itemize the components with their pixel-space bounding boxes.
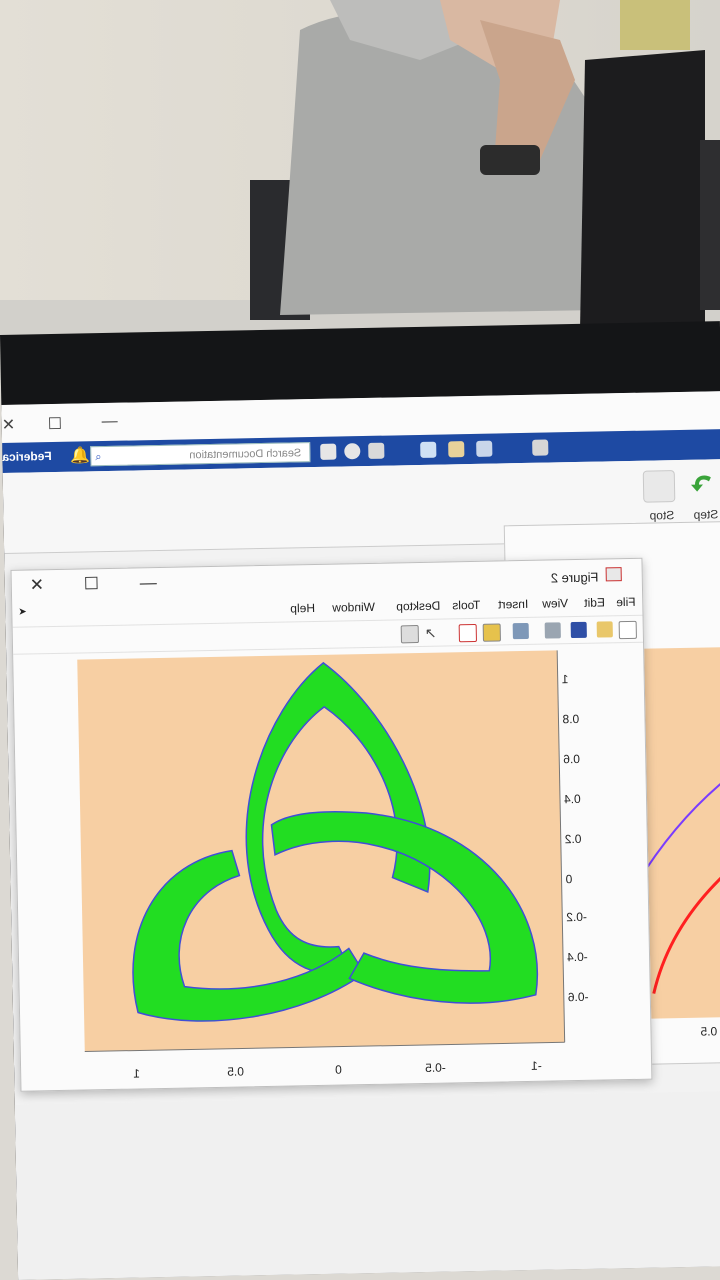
copy-icon[interactable] <box>476 440 493 457</box>
x-tick: 1 <box>133 1066 141 1081</box>
y-tick: 1 <box>561 672 569 687</box>
minimize-icon[interactable]: — <box>140 573 157 593</box>
maximize-icon[interactable]: ☐ <box>48 414 63 434</box>
y-tick: -0.2 <box>566 909 588 925</box>
axes[interactable]: 1 0.8 0.6 0.4 0.2 0 -0.2 -0.4 -0.6 1 0.5… <box>13 643 651 1091</box>
dark-object-right <box>700 140 720 310</box>
y-tick: 0 <box>565 872 573 887</box>
watch <box>480 145 540 175</box>
figure2-x-tick: 0.5 <box>700 1024 718 1039</box>
step-icon[interactable] <box>687 469 718 500</box>
maximize-icon[interactable]: ☐ <box>84 574 100 594</box>
new-figure-icon[interactable] <box>618 620 637 640</box>
menu-insert[interactable]: Insert <box>498 597 528 612</box>
x-tick: -0.5 <box>425 1060 446 1075</box>
bell-icon[interactable]: 🔔 <box>70 445 90 465</box>
step-button-label[interactable]: Step <box>693 507 718 521</box>
y-tick: -0.4 <box>566 949 588 965</box>
search-icon: ⌕ <box>95 451 102 464</box>
community-icon[interactable] <box>368 442 385 459</box>
property-editor-icon[interactable] <box>400 625 419 644</box>
triquetra-plot <box>77 650 566 1053</box>
minimize-icon[interactable]: — <box>102 413 118 431</box>
monitor: ✕ ☐ — Federica 🔔 ⌕ Search Documentation <box>0 321 720 1280</box>
dropdown-icon[interactable] <box>320 443 337 460</box>
y-tick: -0.6 <box>567 989 589 1005</box>
save-icon[interactable] <box>570 621 587 639</box>
open-icon[interactable] <box>596 621 613 638</box>
menu-window[interactable]: Window <box>332 600 375 615</box>
help-icon[interactable] <box>344 443 361 460</box>
print-icon[interactable] <box>544 622 561 639</box>
stop-button-label[interactable]: Stop <box>649 508 674 522</box>
colorbar-icon[interactable] <box>482 623 501 642</box>
y-tick: 0.8 <box>562 711 580 727</box>
y-tick: 0.4 <box>563 791 581 807</box>
close-icon[interactable]: ✕ <box>2 415 16 435</box>
bottle-cap <box>620 0 690 50</box>
paste-icon[interactable] <box>448 441 465 458</box>
redo-icon[interactable] <box>420 441 437 458</box>
search-documentation-field[interactable]: ⌕ Search Documentation <box>90 442 311 467</box>
screen: ✕ ☐ — Federica 🔔 ⌕ Search Documentation <box>1 390 720 1280</box>
menu-view[interactable]: View <box>542 596 568 610</box>
y-tick: 0.2 <box>564 831 582 847</box>
user-name[interactable]: Federica <box>2 449 52 464</box>
pointer-icon[interactable]: ↖ <box>425 625 441 641</box>
link-icon[interactable] <box>512 622 529 640</box>
menu-edit[interactable]: Edit <box>584 595 605 609</box>
x-tick: 0.5 <box>227 1064 245 1079</box>
arrow-icon[interactable]: ➤ <box>18 607 27 618</box>
search-placeholder: Search Documentation <box>189 447 302 462</box>
menu-tools[interactable]: Tools <box>452 598 480 613</box>
figure-icon <box>605 567 622 582</box>
x-tick: 0 <box>335 1062 342 1077</box>
legend-icon[interactable] <box>458 623 477 643</box>
menu-desktop[interactable]: Desktop <box>396 599 440 614</box>
close-icon[interactable]: ✕ <box>30 575 45 595</box>
stop-icon[interactable] <box>642 470 676 503</box>
screen-lower-area <box>14 1090 720 1280</box>
menu-help[interactable]: Help <box>290 601 315 615</box>
save-icon[interactable] <box>532 439 549 456</box>
water-bottle <box>580 50 705 330</box>
figure-title: Figure 2 <box>550 567 622 585</box>
y-tick: 0.6 <box>563 751 581 767</box>
figure-window[interactable]: ✕ ☐ — Figure 2 File Edit View Insert Too… <box>10 557 653 1092</box>
menu-file[interactable]: File <box>616 595 636 609</box>
x-tick: -1 <box>530 1058 542 1073</box>
